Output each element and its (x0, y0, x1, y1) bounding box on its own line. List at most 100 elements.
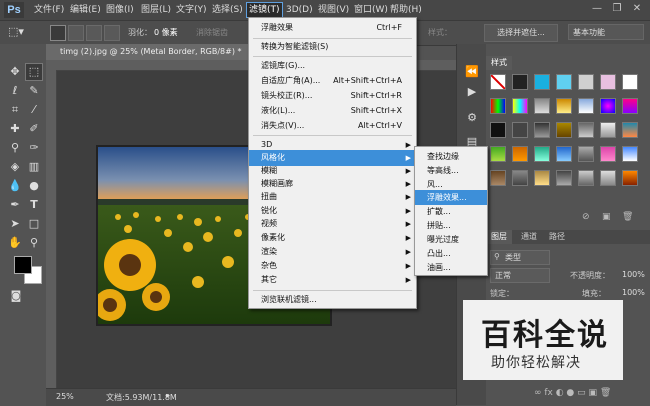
blend-mode-select[interactable]: 正常 (490, 268, 550, 283)
opacity-input[interactable]: 100% (622, 270, 645, 279)
foreground-color-swatch[interactable] (14, 256, 32, 274)
stylize-item-find-edges[interactable]: 查找边缘 (415, 149, 487, 164)
healing-brush-tool-icon[interactable]: ✚ (7, 121, 23, 137)
filter-menu: 浮雕效果 Ctrl+F 转换为智能滤镜(S) 滤镜库(G)... 自适应广角(A)… (248, 17, 417, 309)
quick-select-tool-icon[interactable]: ✎ (26, 83, 42, 99)
adjustments-panel-icon[interactable]: ⚙ (464, 110, 480, 126)
document-tab[interactable]: timg (2).jpg @ 25% (Metal Border, RGB/8#… (46, 44, 260, 60)
status-bar: 25% 文档:5.93M/11.8M ▸ (46, 388, 456, 406)
eyedropper-tool-icon[interactable]: ⁄ (26, 102, 42, 118)
clone-stamp-tool-icon[interactable]: ⚲ (7, 140, 23, 156)
marquee-preset-icon[interactable]: ⬚▾ (8, 24, 30, 40)
filter-menu-item-other[interactable]: 其它 ▶ (249, 272, 416, 288)
minimize-button[interactable]: — (590, 2, 604, 16)
blur-tool-icon[interactable]: 💧 (7, 178, 23, 194)
stylize-item-tiles[interactable]: 拼贴... (415, 218, 487, 233)
new-style-icon[interactable]: ▣ (602, 212, 611, 222)
dodge-tool-icon[interactable]: ● (26, 178, 42, 194)
submenu-arrow-icon: ▶ (405, 276, 411, 284)
style-none-swatch[interactable] (490, 74, 506, 90)
filter-menu-item-vanishing-point[interactable]: 消失点(V)... Alt+Ctrl+V (249, 118, 416, 134)
blend-mode-value: 正常 (495, 271, 511, 280)
brush-tool-icon[interactable]: ✐ (26, 121, 42, 137)
vertical-ruler (46, 70, 57, 388)
antialias-checkbox[interactable]: 消除锯齿 (196, 27, 228, 38)
search-icon: ⚲ (494, 252, 500, 261)
pen-tool-icon[interactable]: ✒ (7, 197, 23, 213)
tab-channels[interactable]: 通道 (516, 230, 542, 244)
menu-image[interactable]: 图像(I) (106, 3, 134, 17)
tab-layers[interactable]: 图层 (486, 230, 512, 244)
new-selection-button[interactable] (50, 25, 66, 41)
zoom-level[interactable]: 25% (56, 392, 74, 401)
actions-panel-icon[interactable]: ▶ (464, 84, 480, 100)
watermark-title: 百科全说 (481, 318, 609, 353)
path-select-tool-icon[interactable]: ➤ (7, 216, 23, 232)
add-selection-button[interactable] (68, 25, 84, 41)
stylize-item-oil-paint[interactable]: 油画... (415, 260, 487, 275)
menu-filter[interactable]: 滤镜(T) (246, 2, 283, 18)
opacity-label: 不透明度： (570, 271, 610, 280)
tools-panel: ✥ ⬚ ℓ ✎ ⌗ ⁄ ✚ ✐ ⚲ ✑ ◈ ▥ 💧 ● ✒ T ➤ □ ✋ ⚲ … (0, 44, 47, 405)
delete-style-icon[interactable]: 🗑 (622, 212, 633, 222)
menu-view[interactable]: 视图(V) (318, 3, 349, 17)
intersect-selection-button[interactable] (104, 25, 120, 41)
crop-tool-icon[interactable]: ⌗ (7, 102, 23, 118)
watermark: 百科全说 助你轻松解决 (463, 300, 623, 380)
subtract-selection-button[interactable] (86, 25, 102, 41)
layers-panel-tabs: 图层 通道 路径 (486, 230, 650, 244)
tab-paths[interactable]: 路径 (544, 230, 570, 244)
gradient-tool-icon[interactable]: ▥ (26, 159, 42, 175)
menu-type[interactable]: 文字(Y) (176, 3, 207, 17)
lock-label: 锁定： (490, 289, 514, 298)
select-and-mask-button[interactable]: 选择并遮住... (484, 24, 558, 42)
history-brush-tool-icon[interactable]: ✑ (26, 140, 42, 156)
menu-layer[interactable]: 图层(L) (141, 3, 171, 17)
history-panel-icon[interactable]: ⏪ (464, 64, 480, 80)
stylize-item-extrude[interactable]: 凸出... (415, 246, 487, 261)
menu-edit[interactable]: 编辑(E) (70, 3, 101, 17)
status-arrow-icon[interactable]: ▸ (166, 391, 170, 400)
stylize-submenu: 查找边缘 等高线... 风... 浮雕效果... 扩散... 拼贴... 曝光过… (414, 146, 488, 276)
workspace-select[interactable]: 基本功能 (568, 24, 644, 40)
document-tab-title: timg (2).jpg @ 25% (Metal Border, RGB/8#… (60, 47, 242, 56)
lasso-tool-icon[interactable]: ℓ (7, 83, 23, 99)
hand-tool-icon[interactable]: ✋ (7, 235, 23, 251)
tab-styles[interactable]: 样式 (486, 56, 512, 70)
eraser-tool-icon[interactable]: ◈ (7, 159, 23, 175)
quick-mask-icon[interactable]: ◙ (8, 288, 24, 304)
stylize-item-solarize[interactable]: 曝光过度 (415, 232, 487, 247)
type-tool-icon[interactable]: T (26, 197, 42, 213)
stylize-item-contour[interactable]: 等高线... (415, 163, 487, 178)
layer-footer-icons[interactable]: ∞ fx ◐ ● ▭ ▣ 🗑 (534, 388, 611, 398)
stylize-item-emboss[interactable]: 浮雕效果... (415, 190, 487, 205)
feather-input[interactable]: 0 像素 (154, 27, 178, 38)
style-label: 样式： (428, 28, 452, 37)
marquee-tool-icon[interactable]: ⬚ (25, 63, 43, 81)
filter-menu-item-smart-filter[interactable]: 转换为智能滤镜(S) (249, 39, 416, 55)
style-swatches-grid (490, 74, 646, 206)
fill-input[interactable]: 100% (622, 288, 645, 297)
layer-kind-filter[interactable]: ⚲ 类型 (490, 250, 550, 265)
menu-3d[interactable]: 3D(D) (286, 3, 313, 17)
stylize-item-diffuse[interactable]: 扩散... (415, 204, 487, 219)
watermark-subtitle: 助你轻松解决 (491, 355, 581, 371)
rectangle-tool-icon[interactable]: □ (26, 216, 42, 232)
menu-select[interactable]: 选择(S) (212, 3, 243, 17)
clear-style-icon[interactable]: ⊘ (582, 212, 590, 222)
filter-menu-item-adaptive-wide-angle[interactable]: 自适应广角(A)... Alt+Shift+Ctrl+A (249, 73, 416, 89)
filter-menu-item-last-filter[interactable]: 浮雕效果 Ctrl+F (249, 20, 416, 36)
zoom-tool-icon[interactable]: ⚲ (26, 235, 42, 251)
menu-file[interactable]: 文件(F) (34, 3, 64, 17)
filter-menu-item-browse-online[interactable]: 浏览联机滤镜... (249, 292, 416, 308)
layer-kind-value: 类型 (505, 253, 521, 262)
fill-label: 填充： (582, 289, 606, 298)
close-button[interactable]: ✕ (630, 2, 644, 16)
filter-menu-item-lens-correction[interactable]: 镜头校正(R)... Shift+Ctrl+R (249, 88, 416, 104)
filter-menu-item-liquify[interactable]: 液化(L)... Shift+Ctrl+X (249, 103, 416, 119)
filter-menu-item-gallery[interactable]: 滤镜库(G)... (249, 58, 416, 74)
restore-button[interactable]: ❐ (610, 2, 624, 16)
menu-help[interactable]: 帮助(H) (390, 3, 422, 17)
move-tool-icon[interactable]: ✥ (7, 64, 23, 80)
menu-window[interactable]: 窗口(W) (354, 3, 388, 17)
